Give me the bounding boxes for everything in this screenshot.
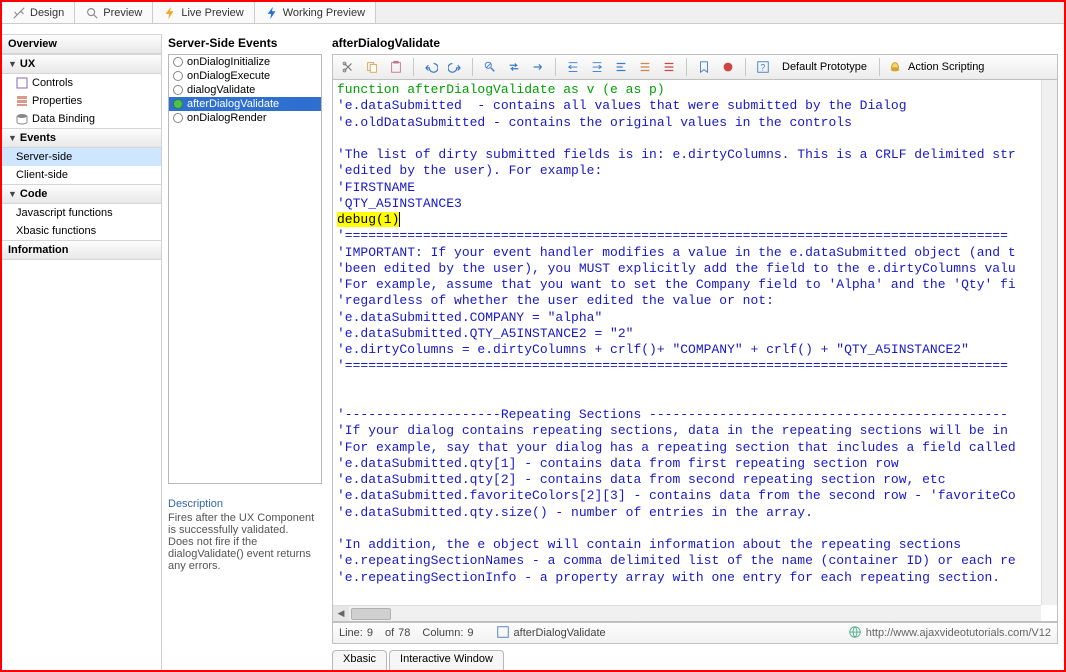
- scroll-thumb[interactable]: [351, 608, 391, 620]
- bolt-blue-icon: [265, 6, 279, 20]
- event-empty-icon: [173, 71, 183, 81]
- tab-xbasic[interactable]: Xbasic: [332, 650, 387, 670]
- event-item[interactable]: onDialogRender: [169, 111, 321, 125]
- nav-item-server-side[interactable]: Server-side: [2, 148, 161, 166]
- function-icon: [496, 625, 510, 642]
- top-tabs: Design Preview Live Preview Working Prev…: [2, 2, 1064, 24]
- bottom-tabs: Xbasic Interactive Window: [332, 650, 1058, 670]
- tab-working-preview[interactable]: Working Preview: [255, 2, 376, 23]
- event-item[interactable]: dialogValidate: [169, 83, 321, 97]
- nav-group-code[interactable]: ▼ Code: [2, 184, 161, 204]
- bookmark-button[interactable]: [695, 58, 713, 76]
- nav-group-events[interactable]: ▼ Events: [2, 128, 161, 148]
- design-icon: [12, 6, 26, 20]
- preview-icon: [85, 6, 99, 20]
- tab-label: Live Preview: [181, 7, 243, 19]
- code-text[interactable]: function afterDialogValidate as v (e as …: [333, 80, 1057, 588]
- vertical-scrollbar[interactable]: [1041, 80, 1057, 605]
- redo-button[interactable]: [446, 58, 464, 76]
- nav-item-data-binding[interactable]: Data Binding: [2, 110, 161, 128]
- find-button[interactable]: [481, 58, 499, 76]
- description-heading: Description: [168, 498, 316, 510]
- code-editor[interactable]: function afterDialogValidate as v (e as …: [332, 80, 1058, 622]
- editor-statusbar: Line: 9 of 78 Column: 9 afterDialogValid…: [332, 622, 1058, 644]
- description-text: Fires after the UX Component is successf…: [168, 512, 316, 572]
- line-label: Line:: [339, 627, 363, 639]
- default-prototype-button[interactable]: Default Prototype: [778, 61, 871, 73]
- globe-icon: [848, 625, 862, 642]
- scroll-left-button[interactable]: ◀: [333, 606, 349, 622]
- horizontal-scrollbar[interactable]: ◀: [333, 605, 1041, 621]
- code-editor-title: afterDialogValidate: [332, 34, 1058, 54]
- format-button[interactable]: [612, 58, 630, 76]
- nav-item-client-side[interactable]: Client-side: [2, 166, 161, 184]
- replace-button[interactable]: [505, 58, 523, 76]
- tab-preview[interactable]: Preview: [75, 2, 153, 23]
- event-empty-icon: [173, 85, 183, 95]
- of-label: of: [385, 627, 394, 639]
- paste-button[interactable]: [387, 58, 405, 76]
- nav-group-information[interactable]: Information: [2, 240, 161, 260]
- event-item[interactable]: onDialogExecute: [169, 69, 321, 83]
- column-value: 9: [467, 627, 473, 639]
- nav-group-overview[interactable]: Overview: [2, 34, 161, 54]
- editor-toolbar: ? Default Prototype Action Scripting: [332, 54, 1058, 80]
- cut-button[interactable]: [339, 58, 357, 76]
- tab-label: Design: [30, 7, 64, 19]
- event-item[interactable]: onDialogInitialize: [169, 55, 321, 69]
- event-empty-icon: [173, 113, 183, 123]
- breakpoint-button[interactable]: [719, 58, 737, 76]
- tab-interactive-window[interactable]: Interactive Window: [389, 650, 504, 670]
- properties-icon: [16, 95, 28, 107]
- database-icon: [16, 113, 28, 125]
- undo-button[interactable]: [422, 58, 440, 76]
- events-list[interactable]: onDialogInitialize onDialogExecute dialo…: [168, 54, 322, 484]
- event-description: Description Fires after the UX Component…: [168, 498, 322, 572]
- comment-button[interactable]: [636, 58, 654, 76]
- nav-item-xbasic-functions[interactable]: Xbasic functions: [2, 222, 161, 240]
- column-label: Column:: [422, 627, 463, 639]
- tab-label: Preview: [103, 7, 142, 19]
- help-button[interactable]: ?: [754, 58, 772, 76]
- uncomment-button[interactable]: [660, 58, 678, 76]
- svg-text:?: ?: [760, 63, 765, 73]
- lamp-icon: [888, 60, 902, 74]
- code-editor-panel: afterDialogValidate: [322, 34, 1064, 670]
- controls-icon: [16, 77, 28, 89]
- indent-left-button[interactable]: [564, 58, 582, 76]
- nav-item-properties[interactable]: Properties: [2, 92, 161, 110]
- goto-button[interactable]: [529, 58, 547, 76]
- action-scripting-button[interactable]: Action Scripting: [908, 61, 984, 73]
- tab-live-preview[interactable]: Live Preview: [153, 2, 254, 23]
- nav-item-controls[interactable]: Controls: [2, 74, 161, 92]
- bolt-orange-icon: [163, 6, 177, 20]
- chevron-down-icon: ▼: [8, 59, 17, 69]
- events-panel-title: Server-Side Events: [168, 34, 322, 54]
- chevron-down-icon: ▼: [8, 133, 17, 143]
- tab-label: Working Preview: [283, 7, 365, 19]
- status-url: http://www.ajaxvideotutorials.com/V12: [866, 627, 1051, 639]
- nav-group-ux[interactable]: ▼ UX: [2, 54, 161, 74]
- of-value: 78: [398, 627, 410, 639]
- indent-right-button[interactable]: [588, 58, 606, 76]
- left-nav: Overview ▼ UX Controls Properties Data B…: [2, 34, 162, 670]
- function-name: afterDialogValidate: [514, 627, 606, 639]
- events-panel: Server-Side Events onDialogInitialize on…: [162, 34, 322, 670]
- chevron-down-icon: ▼: [8, 189, 17, 199]
- tab-design[interactable]: Design: [2, 2, 75, 23]
- event-defined-icon: [173, 99, 183, 109]
- event-item-selected[interactable]: afterDialogValidate: [169, 97, 321, 111]
- line-value: 9: [367, 627, 373, 639]
- event-empty-icon: [173, 57, 183, 67]
- copy-button[interactable]: [363, 58, 381, 76]
- nav-item-js-functions[interactable]: Javascript functions: [2, 204, 161, 222]
